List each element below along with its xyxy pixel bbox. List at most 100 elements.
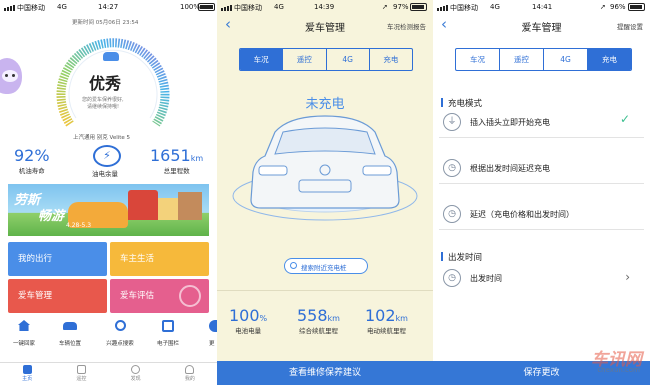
ev-range-value: 102 [365,306,396,325]
status-bar: 中国移动 4G 14:27 100% [0,0,217,14]
tab-remote[interactable]: 遥控 [500,49,544,70]
mode-option-departure-label: 根据出发时间延迟充电 [470,164,550,173]
maintenance-button[interactable]: 查看维修保养建议 [217,361,433,385]
car-location-icon [63,322,77,330]
home-tab-icon [22,365,32,374]
tab-charge[interactable]: 充电 [588,49,631,70]
promo-banner[interactable]: 劳斯 畅游 4.28-5.3 [8,184,209,236]
quick-fence-label: 电子围栏 [156,341,179,347]
fuel-stat: 油电余量 [92,168,118,178]
ev-range-stat: 102km 电动续航里程 [365,306,408,335]
reminder-settings-link[interactable]: 提醒设置 [617,21,643,31]
tab-4g[interactable]: 4G [327,49,370,70]
score-label: 优秀 [89,74,122,93]
departure-time-label: 出发时间 [470,274,502,283]
tab-remote[interactable]: 遥控 [54,363,108,385]
charge-settings-screen: 中国移动 4G 14:41 ➚ 96% ‹ 爱车管理 提醒设置 车况 遥控 4G… [433,0,650,385]
tab-remote[interactable]: 遥控 [283,49,327,70]
tab-status[interactable]: 车况 [456,49,500,70]
total-range-stat: 558km 综合续航里程 [297,306,340,335]
quick-more[interactable]: 更 [203,320,217,347]
tab-4g[interactable]: 4G [544,49,588,70]
quick-poi-label: 兴趣点搜索 [106,341,134,347]
departure-time-row[interactable]: ◷ 出发时间 › [439,264,644,294]
mode-option-delayed[interactable]: ◷ 延迟（充电价格和出发时间） [439,200,644,230]
search-chargers-button[interactable]: 搜索附近充电桩 [284,258,368,274]
battery-icon [198,3,215,11]
more-icon [209,320,217,332]
tab-discover[interactable]: 发现 [109,363,163,385]
tab-bar: 主页 遥控 发现 我的 [0,362,217,385]
tile-owner-life[interactable]: 车主生活 [110,242,209,276]
mode-option-departure[interactable]: ◷ 根据出发时间延迟充电 [439,154,644,184]
tab-home[interactable]: 主页 [0,363,54,385]
plug-icon: ⏚ [443,113,461,131]
car-icon [103,52,119,61]
compass-icon [131,365,141,374]
total-range-value: 558 [297,306,328,325]
robot-mascot-icon[interactable] [0,58,22,94]
clock-icon: ◷ [443,269,461,287]
home-screen: 中国移动 4G 14:27 100% 更新时间 05月06日 23:54 优秀 … [0,0,217,385]
network-label: 4G [490,3,500,11]
quick-location[interactable]: 车辆位置 [52,320,88,347]
tile-car-evaluation-label: 爱车评估 [120,291,155,301]
banner-title-2: 畅游 [38,209,65,224]
tab-me-label: 我的 [184,376,195,382]
quick-home[interactable]: 一键回家 [6,320,42,347]
battery-label: 96% [610,3,626,11]
segment-tabs: 车况 遥控 4G 充电 [239,48,413,71]
tab-charge[interactable]: 充电 [370,49,412,70]
status-bar: 中国移动 4G 14:39 ➚ 97% [217,0,433,14]
tile-car-management[interactable]: 爱车管理 [8,279,107,313]
carrier-label: 中国移动 [234,4,262,12]
search-chargers-label: 搜索附近充电桩 [301,264,347,272]
network-label: 4G [274,3,284,11]
score-desc-1: 您的爱车保养很好, [82,97,124,103]
quick-location-label: 车辆位置 [58,341,81,347]
car-illustration [232,115,418,221]
banner-title-1: 劳斯 [14,193,41,208]
battery-icon [410,3,427,11]
clock-label: 14:39 [314,3,335,11]
save-button-label: 保存更改 [523,368,560,378]
carrier-label: 中国移动 [17,4,45,12]
stats-divider [217,290,433,291]
tab-home-label: 主页 [22,376,33,382]
quick-poi[interactable]: 兴趣点搜索 [100,320,140,347]
tab-remote-label: 遥控 [76,376,87,382]
tile-car-evaluation[interactable]: 爱车评估 [110,279,209,313]
mode-option-immediate-label: 插入插头立即开始充电 [470,118,550,127]
battery-label: 97% [393,3,409,11]
score-desc-2: 请继续保持哦! [87,104,120,110]
tab-me[interactable]: 我的 [163,363,217,385]
tile-my-trips[interactable]: 我的出行 [8,242,107,276]
tab-discover-label: 发现 [130,376,141,382]
home-icon [18,320,30,331]
fence-icon [162,320,174,332]
departure-heading: 出发时间 [448,253,483,263]
mode-option-immediate[interactable]: ⏚ 插入插头立即开始充电 ✓ [439,108,644,138]
watermark-url: chexun.com [597,366,640,374]
oil-life-value: 92% [14,146,50,165]
battery-label: 100% [180,3,201,11]
search-icon [290,262,297,269]
clock-label: 14:27 [98,3,119,11]
check-icon: ✓ [619,112,630,126]
banner-dates: 4.28-5.3 [66,222,92,229]
departure-section: 出发时间 [441,251,482,263]
oil-life-stat: 92% 机油寿命 [14,146,50,175]
location-icon: ➚ [600,3,606,11]
chevron-right-icon: › [625,270,630,284]
total-range-unit: km [327,314,340,323]
remote-tab-icon [76,365,86,374]
tile-owner-life-label: 车主生活 [120,254,155,264]
clock-icon: ◷ [443,205,461,223]
quick-fence[interactable]: 电子围栏 [150,320,186,347]
clock-icon: ◷ [443,159,461,177]
mode-option-delayed-label: 延迟（充电价格和出发时间） [470,210,574,219]
mileage-stat: 1651km 总里程数 [150,146,203,175]
carrier-label: 中国移动 [450,4,478,12]
tab-status[interactable]: 车况 [240,49,284,70]
report-link[interactable]: 车况检测报告 [387,21,426,31]
